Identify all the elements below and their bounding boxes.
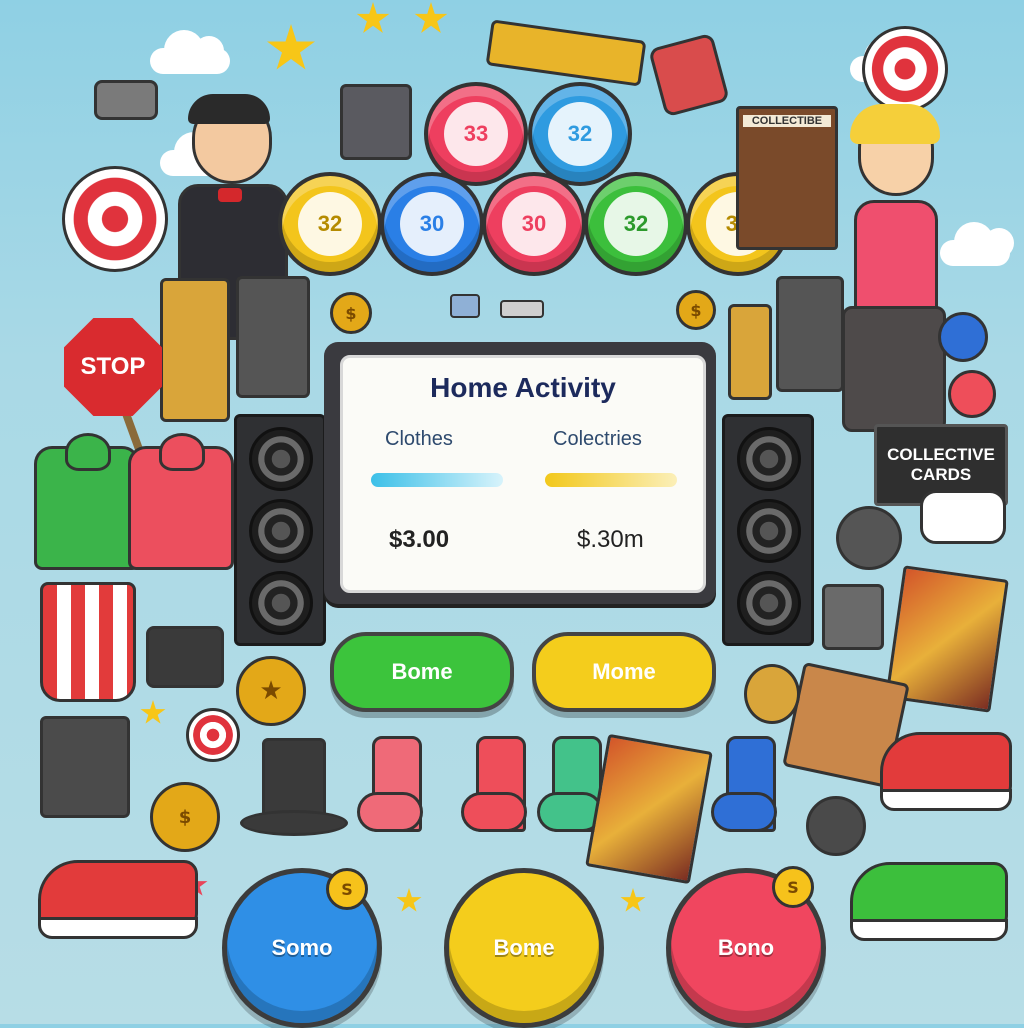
collectibles-price: $.30m	[577, 526, 644, 553]
top-hat-brim	[240, 810, 348, 836]
yellow-mome-button[interactable]: Mome	[532, 632, 716, 712]
red-hoodie-icon[interactable]	[128, 433, 234, 570]
somo-button-label: Somo	[271, 935, 333, 960]
item-icon	[500, 300, 544, 318]
joystick-icon	[94, 80, 158, 120]
pointing-hand-icon	[920, 490, 1006, 544]
coin-badge-icon: S	[772, 866, 814, 908]
number-ball[interactable]: 30	[380, 172, 484, 276]
comic-book-icon[interactable]	[585, 733, 713, 885]
bome-button-label: Bome	[493, 935, 555, 960]
chair-icon	[822, 584, 884, 650]
pants-icon	[40, 716, 130, 818]
target-icon	[862, 26, 948, 112]
treasure-chest-icon	[340, 84, 412, 160]
red-sneaker-icon[interactable]	[38, 860, 198, 939]
collectibles-label: Colectries	[553, 428, 642, 450]
locker-icon	[728, 304, 772, 400]
star-icon	[267, 24, 315, 70]
yellow-button-label: Mome	[592, 659, 656, 684]
number-ball[interactable]: 33	[424, 82, 528, 186]
star-icon	[620, 888, 646, 912]
stop-sign-text: STOP	[80, 353, 146, 380]
left-speaker-icon	[234, 414, 326, 646]
star-icon	[414, 2, 448, 33]
film-camera-icon	[836, 506, 902, 570]
red-sock-icon[interactable]	[461, 736, 527, 832]
stop-sign-icon: STOP	[64, 318, 162, 416]
collectible-book-title: COLLECTIBE	[743, 115, 831, 127]
clothes-label: Clothes	[385, 428, 453, 450]
gold-coin-icon: $	[150, 782, 220, 852]
ball-number: 32	[548, 102, 612, 166]
ball-number: 30	[502, 192, 566, 256]
pink-sock-icon[interactable]	[357, 736, 423, 832]
traffic-light-icon	[160, 278, 230, 422]
ball-icon	[938, 312, 988, 362]
collective-cards-line1: COLLECTIVE	[887, 445, 995, 464]
tools-icon	[648, 32, 730, 118]
green-button-label: Bome	[391, 659, 453, 684]
clock-icon	[806, 796, 866, 856]
speaker-small-icon	[776, 276, 844, 392]
panel-title: Home Activity	[430, 372, 616, 403]
green-sneaker-icon[interactable]	[850, 862, 1008, 941]
gem-icon	[450, 294, 480, 318]
collective-cards-line2: CARDS	[910, 465, 972, 484]
ball-number: 30	[400, 192, 464, 256]
coin-icon: $	[330, 292, 372, 334]
clothes-progress-bar	[371, 473, 503, 487]
ball-number: 32	[298, 192, 362, 256]
star-icon	[356, 2, 390, 33]
clothes-price: $3.00	[389, 526, 450, 553]
woman-character	[836, 104, 946, 432]
ball-number: 32	[604, 192, 668, 256]
coin-badge-icon: S	[326, 868, 368, 910]
number-ball[interactable]: 32	[528, 82, 632, 186]
right-speaker-icon	[722, 414, 814, 646]
target-icon	[186, 708, 240, 762]
green-hoodie-icon[interactable]	[34, 433, 140, 570]
coin-icon: $	[676, 290, 716, 330]
golden-bar-icon	[485, 19, 647, 87]
star-coin-icon: ★	[236, 656, 306, 726]
ball-icon	[948, 370, 996, 418]
bono-button-label: Bono	[717, 935, 775, 960]
bag-icon	[146, 626, 224, 688]
home-activity-panel: Home Activity Clothes Colectries $3.00 $…	[340, 355, 706, 593]
number-ball[interactable]: 32	[278, 172, 382, 276]
collectible-book: COLLECTIBE	[736, 106, 838, 250]
star-icon	[396, 888, 422, 912]
green-bome-button[interactable]: Bome	[330, 632, 514, 712]
lantern-icon	[744, 664, 800, 724]
blue-sock-icon[interactable]	[711, 736, 777, 832]
locker-icon	[236, 276, 310, 398]
bome-button[interactable]: Bome	[444, 868, 604, 1028]
star-icon	[140, 700, 166, 724]
collectibles-progress-bar	[545, 473, 677, 487]
cloud-decoration	[150, 30, 230, 74]
red-sneaker-icon[interactable]	[880, 732, 1012, 811]
popcorn-cup-icon	[40, 582, 136, 702]
cloud-decoration	[940, 222, 1014, 266]
ball-number: 33	[444, 102, 508, 166]
target-icon	[62, 166, 168, 272]
number-ball[interactable]: 32	[584, 172, 688, 276]
number-ball[interactable]: 30	[482, 172, 586, 276]
